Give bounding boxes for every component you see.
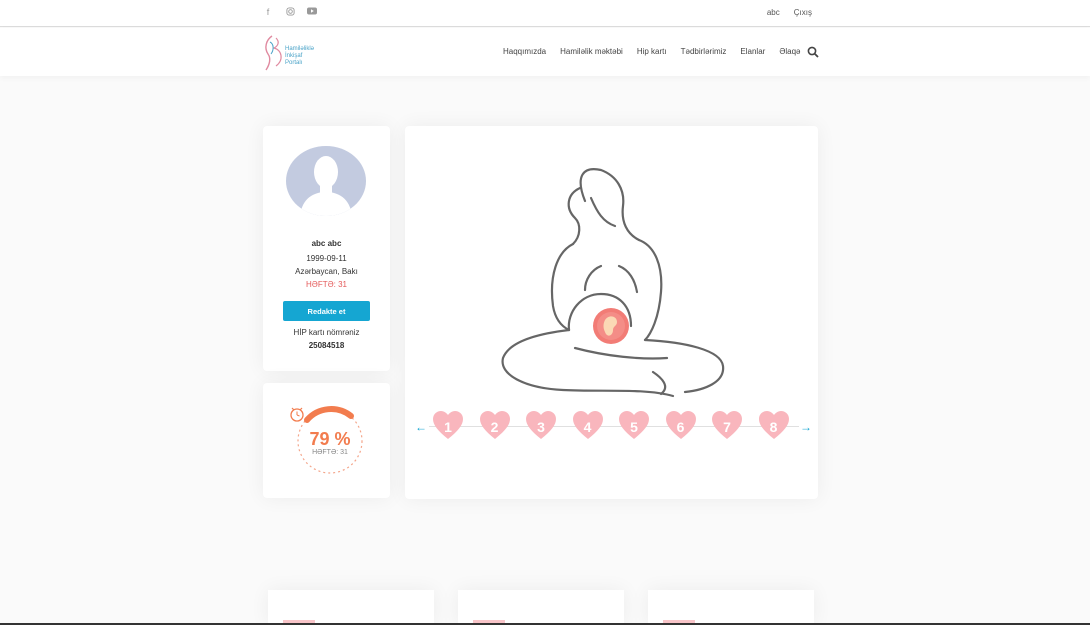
logo-text: Hamiləliklə İnkişaf Portalı [285,46,314,67]
main-header: Hamiləliklə İnkişaf Portalı Haqqımızda H… [0,28,1090,76]
bottom-card-3[interactable] [648,590,814,625]
avatar [286,146,366,216]
week-heart-7[interactable]: 7 [711,410,743,442]
week-heart-1[interactable]: 1 [432,410,464,442]
week-heart-8[interactable]: 8 [758,410,790,442]
week-prev-arrow[interactable]: ← [415,420,427,434]
main-nav: Haqqımızda Hamiləlik məktəbi Hip kartı T… [503,47,800,56]
logout-link[interactable]: Çıxış [794,8,812,17]
nav-pregnancy-school[interactable]: Hamiləlik məktəbi [560,47,623,56]
profile-birth: 1999-09-11 [306,254,347,263]
progress-percent: 79 % [309,429,351,449]
week-number: 3 [537,419,545,435]
week-number: 2 [490,419,499,435]
logo-line-3: Portalı [285,60,303,66]
week-number: 8 [769,419,778,435]
edit-profile-button[interactable]: Redakte et [283,301,370,321]
hip-number: 25084518 [308,341,345,350]
week-heart-5[interactable]: 5 [618,410,650,442]
week-number: 5 [630,419,638,435]
week-heart-6[interactable]: 6 [665,410,697,442]
instagram-icon[interactable] [285,7,295,17]
progress-week: HƏFTƏ: 31 [312,449,348,456]
nav-hip-card[interactable]: Hip kartı [637,47,667,56]
logo-line-2: İnkişaf [285,53,303,59]
profile-card: abc abc 1999-09-11 Azərbaycan, Bakı HƏFT… [263,126,390,371]
nav-about[interactable]: Haqqımızda [503,47,546,56]
nav-contact[interactable]: Əlaqə [779,47,800,56]
profile-week: HƏFTƏ: 31 [306,280,347,289]
hip-label: HİP kartı nömrəniz [293,328,360,337]
week-next-arrow[interactable]: → [800,420,812,434]
youtube-icon[interactable] [307,7,317,17]
week-number: 6 [676,419,685,435]
week-heart-4[interactable]: 4 [572,410,604,442]
logo-line-1: Hamiləliklə [285,46,315,52]
top-bar: f abc Çıxış [0,0,1090,27]
facebook-icon[interactable]: f [263,7,273,17]
alarm-clock-icon [290,407,304,422]
week-slider: ← → 1 2 3 4 5 6 7 8 [415,410,815,442]
progress-card: 79 % HƏFTƏ: 31 [263,383,390,498]
search-icon[interactable] [807,45,819,58]
week-number: 1 [444,419,452,435]
bottom-card-2[interactable] [458,590,624,625]
week-heart-2[interactable]: 2 [479,410,511,442]
profile-name: abc abc [311,239,342,248]
week-number: 7 [723,419,731,435]
nav-announcements[interactable]: Elanlar [740,47,765,56]
user-link[interactable]: abc [767,8,780,17]
social-links: f [263,7,317,17]
profile-location: Azərbaycan, Bakı [295,267,358,276]
pregnancy-card: ← → 1 2 3 4 5 6 7 8 [405,126,818,499]
bottom-card-1[interactable] [268,590,434,625]
nav-events[interactable]: Tədbirlərimiz [681,47,727,56]
week-number: 4 [583,419,592,435]
pregnant-woman-illustration [501,168,725,398]
week-heart-3[interactable]: 3 [525,410,557,442]
